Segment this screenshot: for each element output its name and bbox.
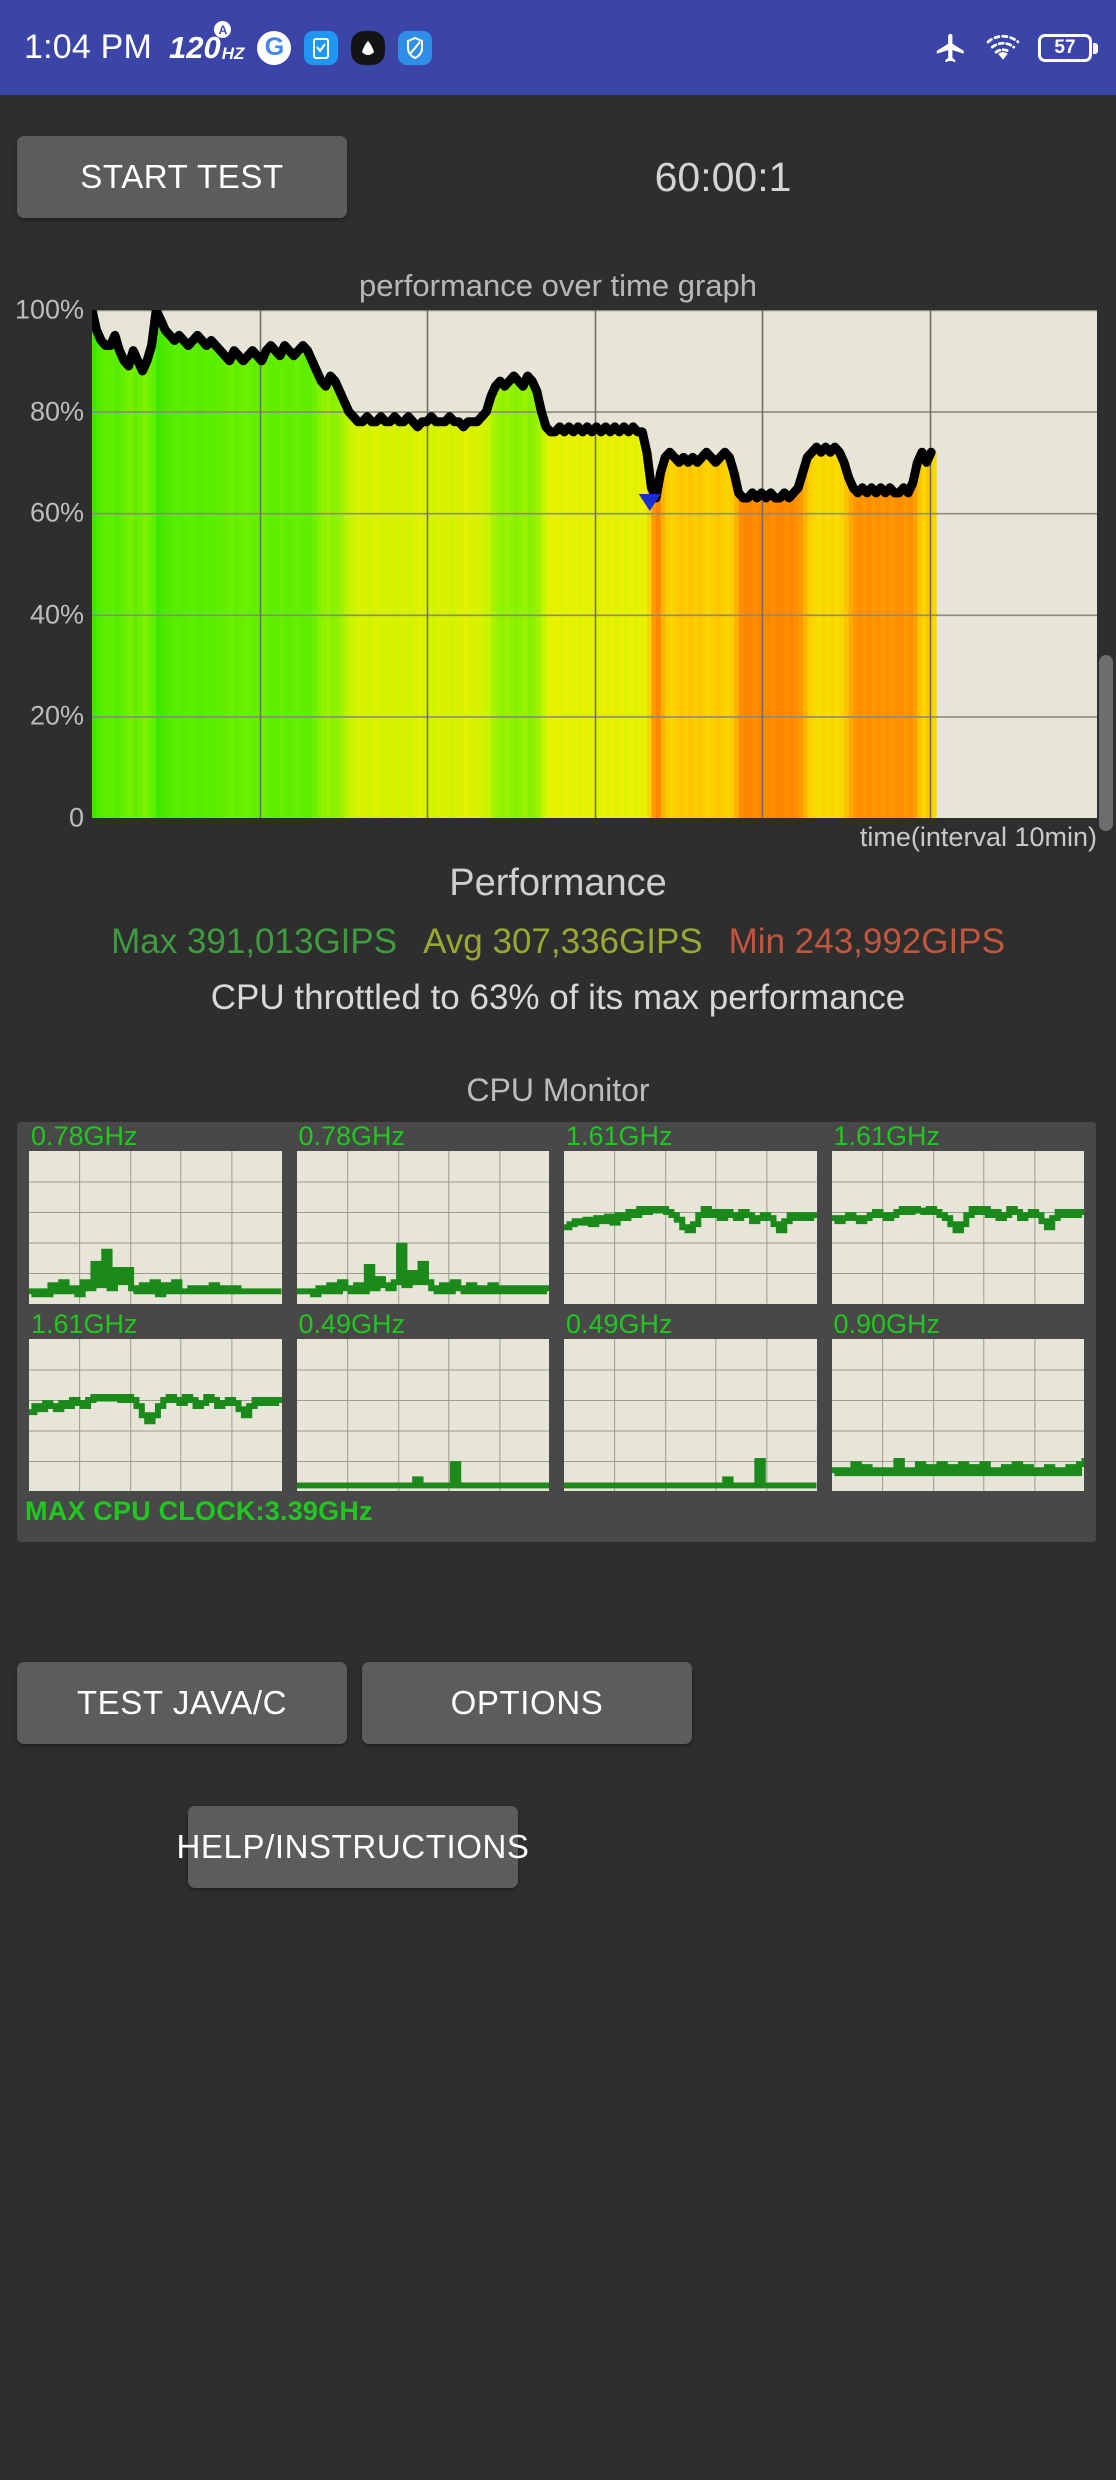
cpu-core-frequency: 1.61GHz	[31, 1308, 138, 1339]
airplane-mode-icon	[934, 31, 968, 65]
cpu-core-frequency: 0.90GHz	[833, 1308, 941, 1339]
google-icon: G	[257, 30, 292, 65]
status-bar-left: 1:04 PM 120 HZ A G	[24, 21, 433, 67]
performance-max: Max 391,013GIPS	[111, 922, 398, 961]
cpu-core-cell: 0.78GHz	[294, 1121, 553, 1306]
cpu-core-chart	[29, 1151, 282, 1304]
start-test-button[interactable]: START TEST	[17, 136, 347, 218]
throttle-summary: CPU throttled to 63% of its max performa…	[210, 978, 906, 1017]
cpu-core-cell: 0.49GHz	[294, 1308, 553, 1494]
battery-percent: 57	[1054, 36, 1076, 58]
cpu-core-frequency: 1.61GHz	[833, 1121, 941, 1151]
test-timer: 60:00:1	[654, 153, 792, 200]
status-bar: 1:04 PM 120 HZ A G 57	[0, 0, 1116, 95]
y-axis: 0 20% 40% 60% 80% 100%	[0, 295, 92, 833]
options-button[interactable]: OPTIONS	[362, 1662, 692, 1744]
y-tick-label: 80%	[29, 396, 84, 427]
performance-avg: Avg 307,336GIPS	[423, 922, 703, 961]
cpu-core-chart	[296, 1151, 549, 1304]
y-tick-label: 20%	[29, 700, 84, 731]
y-tick-label: 100%	[14, 294, 84, 325]
graph-svg	[92, 310, 1097, 818]
cpu-monitor-panel: 0.78GHz 0.78GHz 1.61GHz 1.61GHz 1.61GHz 0.49G…	[17, 1122, 1096, 1542]
cpu-core-frequency: 0.78GHz	[298, 1121, 406, 1151]
cpu-core-grid: 0.78GHz 0.78GHz 1.61GHz 1.61GHz 1.61GHz 0.49G…	[26, 1121, 1088, 1494]
clock: 1:04 PM	[24, 28, 153, 66]
test-java-c-button[interactable]: TEST JAVA/C	[17, 1662, 347, 1744]
max-cpu-clock-label: MAX CPU CLOCK:3.39GHz	[25, 1496, 373, 1526]
page-scrollbar[interactable]	[1099, 655, 1113, 831]
performance-stats: Max 391,013GIPS Avg 307,336GIPS Min 243,…	[0, 922, 1116, 962]
cpu-core-cell: 1.61GHz	[561, 1121, 820, 1306]
cpu-monitor-title: CPU Monitor	[466, 1072, 650, 1108]
cpu-core-chart	[296, 1338, 549, 1491]
refresh-rate-unit: HZ	[221, 44, 245, 63]
help-instructions-button[interactable]: HELP/INSTRUCTIONS	[176, 1806, 529, 1888]
cpu-core-chart	[831, 1338, 1084, 1491]
cpu-core-chart	[564, 1151, 817, 1304]
cpu-core-cell: 0.49GHz	[561, 1308, 820, 1494]
app-dark-icon	[351, 30, 386, 65]
x-axis-label: time(interval 10min)	[859, 822, 1097, 852]
performance-graph: 0 20% 40% 60% 80% 100%	[0, 295, 1116, 833]
cpu-core-cell: 0.78GHz	[26, 1121, 285, 1306]
refresh-rate-indicator: 120 HZ A	[169, 21, 245, 65]
cpu-core-chart	[831, 1151, 1084, 1304]
cpu-core-cell: 0.90GHz	[829, 1308, 1088, 1494]
app-root: 1:04 PM 120 HZ A G 57 START TEST 60:00:1…	[0, 0, 1116, 2480]
cpu-core-cell: 1.61GHz	[26, 1308, 285, 1494]
cpu-core-frequency: 0.49GHz	[298, 1308, 406, 1339]
cpu-core-cell: 1.61GHz	[829, 1121, 1088, 1306]
refresh-rate-auto-badge: A	[214, 21, 232, 38]
status-bar-right: 57	[934, 31, 1098, 65]
graph-plot-area	[92, 310, 1097, 818]
y-tick-label: 0	[68, 802, 84, 833]
shield-icon	[398, 30, 433, 65]
performance-heading: Performance	[449, 862, 667, 904]
y-tick-label: 60%	[29, 497, 84, 528]
cpu-core-chart	[564, 1338, 817, 1491]
cpu-core-chart	[29, 1338, 282, 1491]
wifi-icon	[985, 32, 1021, 64]
cpu-core-frequency: 0.78GHz	[31, 1121, 138, 1151]
clipboard-icon	[304, 30, 339, 65]
y-tick-label: 40%	[29, 599, 84, 630]
cpu-core-frequency: 1.61GHz	[566, 1121, 673, 1151]
battery-icon: 57	[1038, 33, 1098, 62]
graph-title: performance over time graph	[358, 268, 758, 303]
performance-min: Min 243,992GIPS	[728, 922, 1005, 961]
cpu-core-frequency: 0.49GHz	[566, 1308, 673, 1339]
refresh-rate-value: 120	[169, 30, 221, 65]
